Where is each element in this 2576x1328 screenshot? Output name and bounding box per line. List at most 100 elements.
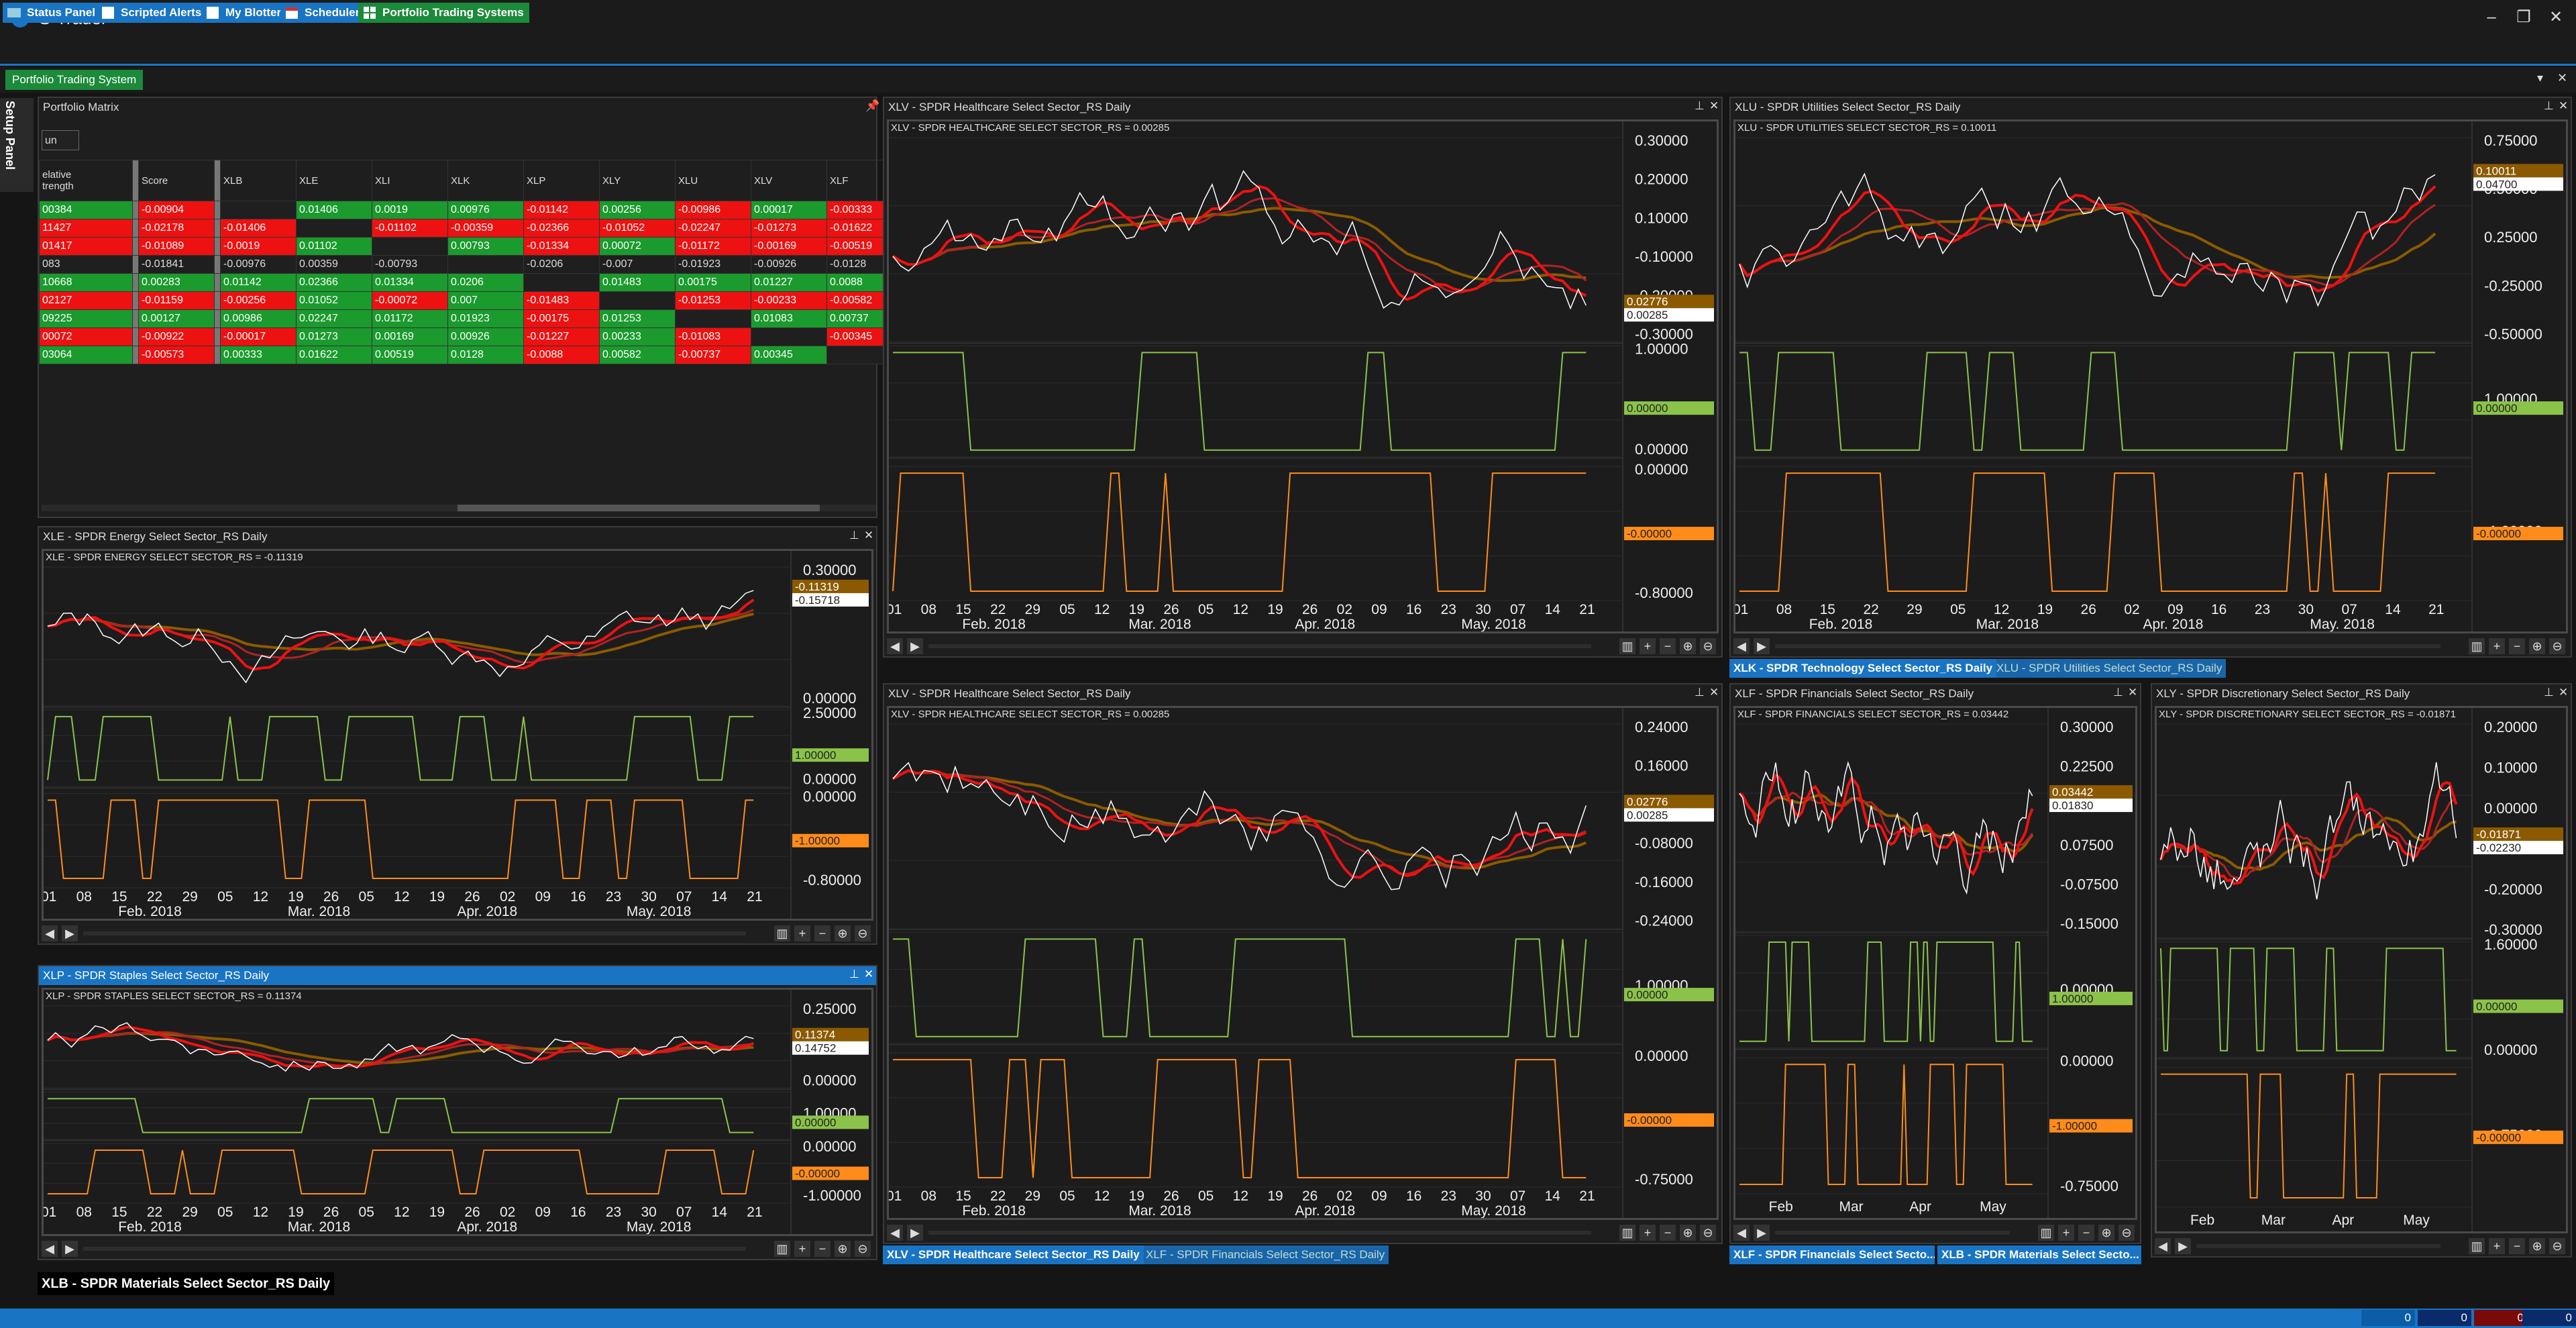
chart-area[interactable]: 0.200000.100000.00000-0.10000-0.20000-0.… xyxy=(2155,706,2568,1233)
matrix-cell[interactable]: 11427 xyxy=(39,219,133,238)
matrix-cell[interactable]: -0.00359 xyxy=(447,219,524,238)
pin-icon[interactable]: ⊥ xyxy=(2544,99,2554,113)
column-header[interactable]: XLB xyxy=(220,160,297,201)
matrix-cell[interactable]: -0.00793 xyxy=(372,255,448,274)
zoom-out-button-icon[interactable]: − xyxy=(2509,638,2525,654)
matrix-cell[interactable]: 00072 xyxy=(39,327,133,346)
matrix-cell[interactable]: 0.00175 xyxy=(675,273,751,292)
matrix-cell[interactable]: 0.01102 xyxy=(296,237,372,256)
scroll-left-icon[interactable]: ◀ xyxy=(1733,638,1750,654)
matrix-cell[interactable]: 00384 xyxy=(39,201,133,219)
table-row[interactable]: 10668 0.00283 0.01142 0.02366 0.01334 0.0206 0… xyxy=(39,273,903,292)
zoom-out-button-icon[interactable]: − xyxy=(2509,1238,2525,1254)
matrix-cell[interactable]: -0.00573 xyxy=(138,346,215,364)
matrix-cell[interactable]: -0.007 xyxy=(599,255,676,274)
matrix-cell[interactable]: 0.00359 xyxy=(296,255,372,274)
close-icon[interactable]: ✕ xyxy=(2540,4,2572,31)
matrix-cell[interactable]: -0.02178 xyxy=(138,219,215,238)
matrix-cell[interactable]: -0.01273 xyxy=(751,219,827,238)
matrix-cell[interactable] xyxy=(220,201,297,219)
matrix-cell[interactable]: 0.00582 xyxy=(599,346,676,364)
dropdown-icon[interactable]: ▾ xyxy=(2537,71,2543,85)
matrix-cell[interactable]: 0.01253 xyxy=(599,309,676,328)
scroll-left-icon[interactable]: ◀ xyxy=(42,925,58,941)
matrix-cell[interactable]: 0.01406 xyxy=(296,201,372,219)
matrix-cell[interactable]: -0.0019 xyxy=(220,237,297,256)
magnify-minus-icon[interactable]: ⊖ xyxy=(1700,638,1716,654)
close-icon[interactable]: ✕ xyxy=(2559,99,2568,113)
matrix-cell[interactable]: 0.0128 xyxy=(447,346,524,364)
matrix-cell[interactable]: 0.01923 xyxy=(447,309,524,328)
matrix-cell[interactable]: -0.00976 xyxy=(220,255,297,274)
scroll-right-icon[interactable]: ▶ xyxy=(2175,1238,2191,1254)
magnify-minus-icon[interactable]: ⊖ xyxy=(2118,1225,2135,1241)
matrix-cell[interactable]: 0.00256 xyxy=(599,201,676,219)
matrix-cell[interactable]: 0.02247 xyxy=(296,309,372,328)
matrix-cell[interactable] xyxy=(599,291,676,310)
matrix-cell[interactable]: 0.00072 xyxy=(599,237,676,256)
matrix-cell[interactable]: 0.0206 xyxy=(447,273,524,292)
table-row[interactable]: 03064 -0.00573 0.00333 0.01622 0.00519 0.0128… xyxy=(39,346,903,364)
matrix-cell[interactable]: -0.00904 xyxy=(138,201,215,219)
tab-xlf-2[interactable]: XLF - SPDR Financials Select Secto... xyxy=(1729,1245,1935,1264)
matrix-cell[interactable]: -0.01083 xyxy=(675,327,751,346)
pin-icon[interactable]: ⊥ xyxy=(1695,99,1705,113)
magnify-minus-icon[interactable]: ⊖ xyxy=(2549,1238,2565,1254)
magnify-plus-icon[interactable]: ⊕ xyxy=(835,925,851,941)
scroll-right-icon[interactable]: ▶ xyxy=(1754,638,1770,654)
zoom-in-button-icon[interactable]: + xyxy=(2058,1225,2074,1241)
table-row[interactable]: 02127 -0.01159 -0.00256 0.01052 -0.00072 0.00… xyxy=(39,291,903,310)
scroll-left-icon[interactable]: ◀ xyxy=(2155,1238,2171,1254)
columns-icon[interactable]: ▥ xyxy=(774,1241,790,1257)
column-header[interactable]: XLU xyxy=(675,160,751,201)
matrix-cell[interactable]: 0.01227 xyxy=(751,273,827,292)
scroll-right-icon[interactable]: ▶ xyxy=(62,1241,78,1257)
matrix-cell[interactable]: 0.007 xyxy=(447,291,524,310)
matrix-cell[interactable]: -0.00986 xyxy=(675,201,751,219)
zoom-out-button-icon[interactable]: − xyxy=(1660,638,1676,654)
zoom-in-button-icon[interactable]: + xyxy=(1640,1225,1656,1241)
matrix-cell[interactable]: 01417 xyxy=(39,237,133,256)
columns-icon[interactable]: ▥ xyxy=(2038,1225,2054,1241)
matrix-cell[interactable]: 0.00519 xyxy=(372,346,448,364)
matrix-cell[interactable]: 0.01483 xyxy=(599,273,676,292)
matrix-cell[interactable]: 0.01622 xyxy=(296,346,372,364)
matrix-cell[interactable]: 0.00169 xyxy=(372,327,448,346)
scroll-right-icon[interactable]: ▶ xyxy=(62,925,78,941)
matrix-cell[interactable]: -0.01172 xyxy=(675,237,751,256)
matrix-cell[interactable]: -0.00256 xyxy=(220,291,297,310)
scroll-right-icon[interactable]: ▶ xyxy=(907,1225,923,1241)
matrix-cell[interactable]: 0.00926 xyxy=(447,327,524,346)
matrix-cell[interactable]: 083 xyxy=(39,255,133,274)
tab-xlk[interactable]: XLK - SPDR Technology Select Sector_RS D… xyxy=(1729,659,1997,678)
magnify-plus-icon[interactable]: ⊕ xyxy=(1680,1225,1696,1241)
column-header[interactable]: XLK xyxy=(447,160,524,201)
chart-scrollbar[interactable] xyxy=(1775,644,2440,648)
matrix-cell[interactable]: -0.00175 xyxy=(523,309,600,328)
matrix-cell[interactable] xyxy=(751,327,827,346)
matrix-cell[interactable] xyxy=(296,219,372,238)
scheduler-button[interactable]: Scheduler xyxy=(280,3,366,23)
matrix-cell[interactable] xyxy=(523,273,600,292)
matrix-cell[interactable]: 0.01334 xyxy=(372,273,448,292)
zoom-in-button-icon[interactable]: + xyxy=(794,925,810,941)
matrix-cell[interactable] xyxy=(372,237,448,256)
close-icon[interactable]: ✕ xyxy=(864,529,873,542)
matrix-cell[interactable]: -0.01406 xyxy=(220,219,297,238)
chart-area[interactable]: 0.300000.200000.10000-0.10000-0.20000-0.… xyxy=(887,119,1719,633)
table-row[interactable]: 00072 -0.00922 -0.00017 0.01273 0.00169 0.009… xyxy=(39,327,903,346)
chart-scrollbar[interactable] xyxy=(1775,1231,2010,1235)
tab-portfolio-trading-system[interactable]: Portfolio Trading System xyxy=(5,70,144,90)
matrix-cell[interactable]: 0.00976 xyxy=(447,201,524,219)
close-icon[interactable]: ✕ xyxy=(864,968,873,981)
matrix-cell[interactable]: -0.01841 xyxy=(138,255,215,274)
chart-scrollbar[interactable] xyxy=(928,1231,1591,1235)
matrix-cell[interactable]: 0.00986 xyxy=(220,309,297,328)
matrix-cell[interactable]: -0.00072 xyxy=(372,291,448,310)
horizontal-scrollbar[interactable] xyxy=(42,505,876,511)
matrix-cell[interactable] xyxy=(675,309,751,328)
chart-scrollbar[interactable] xyxy=(2196,1244,2440,1248)
chart-scrollbar[interactable] xyxy=(83,1247,746,1251)
matrix-cell[interactable]: -0.00922 xyxy=(138,327,215,346)
matrix-cell[interactable]: -0.01483 xyxy=(523,291,600,310)
